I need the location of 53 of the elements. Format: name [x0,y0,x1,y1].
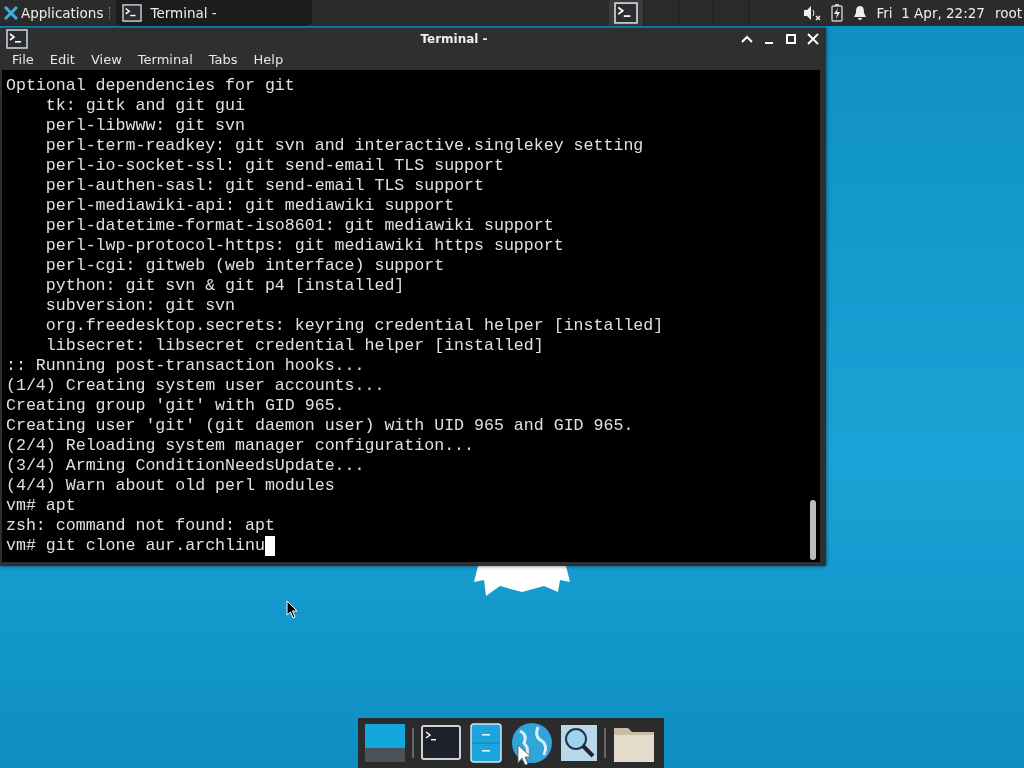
user-menu[interactable]: root [994,5,1022,21]
maximize-icon[interactable] [784,32,798,47]
menu-item[interactable]: File [4,51,42,67]
speaker-muted-icon[interactable] [802,5,821,21]
terminal-line: perl-libwww: git svn [44,116,245,136]
terminal-line: libsecret: libsecret credential helper [installed] [44,336,544,356]
globe-icon[interactable] [510,721,554,765]
menu-item[interactable]: View [82,51,130,67]
terminal-line: perl-io-socket-ssl: git send-email TLS support [44,156,504,176]
terminal-line: (2/4) Reloading system manager configuration... [6,436,475,456]
terminal-line: perl-authen-sasl: git send-email TLS support [44,176,484,196]
taskbar-button[interactable]: Terminal - [116,0,313,26]
terminal-line: vm# apt [6,496,76,516]
scrollbar-thumb[interactable] [810,500,816,560]
clock[interactable]: Fri 1 Apr, 22:27 [876,5,985,21]
menu-logo-icon [4,6,18,20]
terminal-line: perl-lwp-protocol-https: git mediawiki https support [44,236,564,256]
window-title: Terminal - [419,32,489,47]
close-icon[interactable] [806,32,820,47]
menu-item[interactable]: Help [245,51,292,67]
text-cursor [264,536,275,556]
terminal-icon[interactable] [612,2,639,24]
menu-item[interactable]: Tabs [200,51,246,67]
terminal-icon[interactable] [122,4,143,22]
terminal-line: perl-datetime-format-iso8601: git mediawiki support [44,216,554,236]
menu-item[interactable]: Terminal [129,51,201,67]
terminal-line: :: Running post-transaction hooks... [6,356,365,376]
terminal-line: perl-term-readkey: git svn and interactive.singlekey setting [44,136,644,156]
workspace-cell[interactable] [608,0,644,26]
terminal-icon[interactable] [420,724,462,762]
terminal-line: (4/4) Warn about old perl modules [6,476,335,496]
terminal-line: perl-mediawiki-api: git mediawiki support [44,196,455,216]
terminal-icon[interactable] [6,29,28,50]
command-input[interactable]: vm# git clone aur.archlinu [6,536,265,556]
applications-menu[interactable]: Applications [0,0,108,26]
terminal-line: (3/4) Arming ConditionNeedsUpdate... [6,456,365,476]
terminal-line: Creating user 'git' (git daemon user) with UID 965 and GID 965. [6,416,634,436]
mouse-pointer-icon [286,600,298,619]
terminal-line: perl-cgi: gitweb (web interface) support [44,256,445,276]
terminal-line: zsh: command not found: apt [6,516,275,536]
terminal-line: org.freedesktop.secrets: keyring credential helper [installed] [44,316,664,336]
terminal-line: python: git svn & git p4 [installed] [44,276,405,296]
terminal-line: Optional dependencies for git [6,76,295,96]
menu-item[interactable]: Edit [41,51,83,67]
terminal-line: Creating group 'git' with GID 965. [6,396,345,416]
bell-icon[interactable] [852,5,867,21]
file-cabinet-icon[interactable] [468,722,504,764]
desktop-icon[interactable] [364,722,406,764]
terminal-line: (1/4) Creating system user accounts... [6,376,385,396]
battery-icon[interactable] [830,4,843,22]
terminal-line: subversion: git svn [44,296,236,316]
terminal-line: tk: gitk and git gui [44,96,245,116]
magnifier-icon[interactable] [560,724,598,762]
